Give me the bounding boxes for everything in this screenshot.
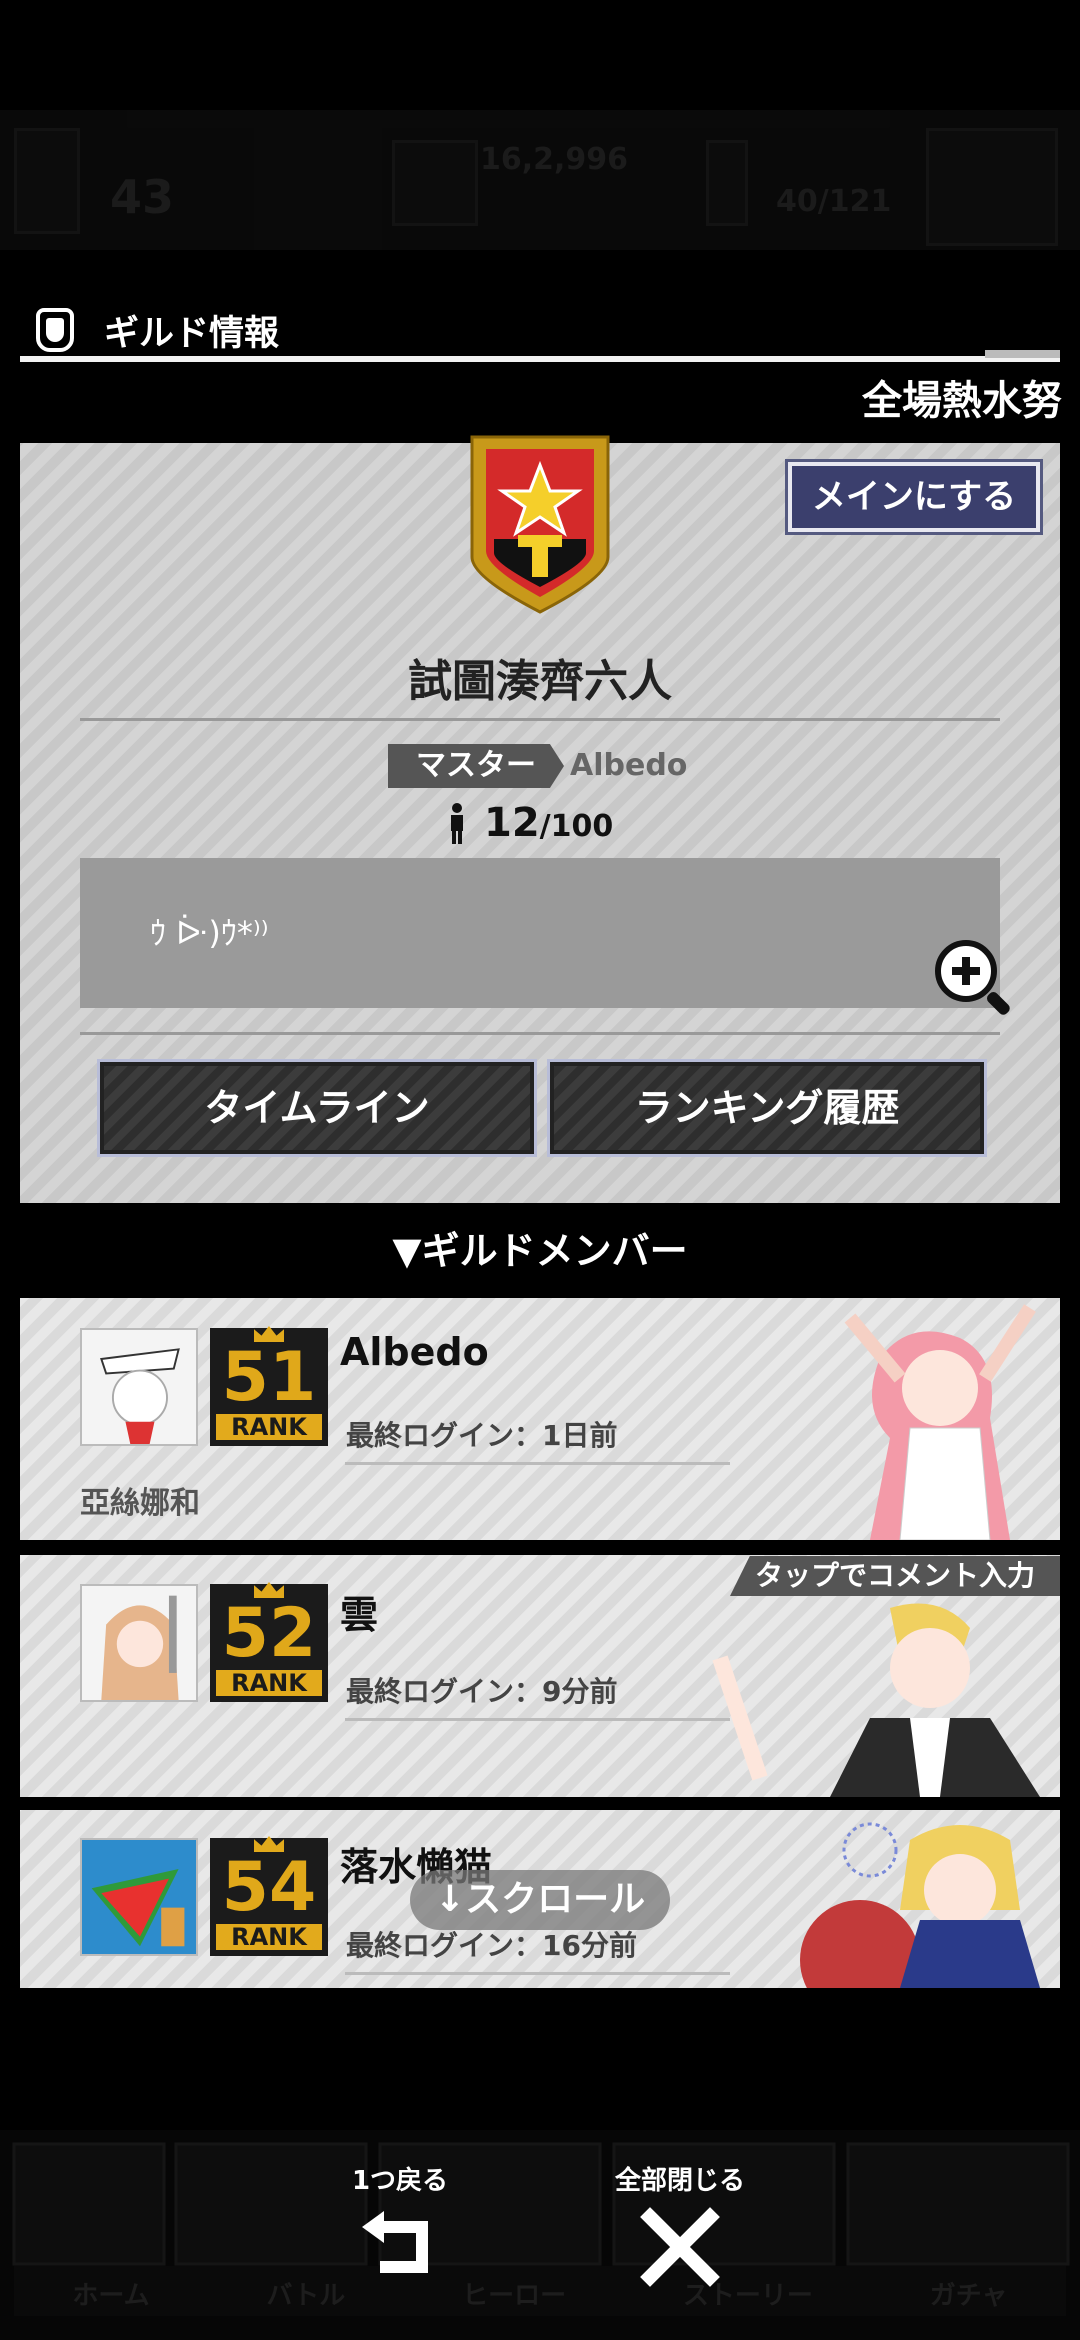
bg-level: 43: [110, 170, 175, 224]
guild-comment: ｳ ᐕ)ｳ*⁾⁾: [150, 914, 269, 952]
rank-number: 54: [221, 1848, 317, 1927]
ranking-history-button[interactable]: ランキング履歴: [547, 1059, 987, 1157]
rank-label: RANK: [216, 1414, 322, 1440]
divider: [345, 1718, 730, 1721]
member-comment: 亞絲娜和: [80, 1486, 200, 1521]
bg-cell: [926, 128, 1058, 246]
close-icon: [640, 2207, 720, 2287]
bg-cell: [392, 140, 478, 226]
back-label: 1つ戻る: [351, 2166, 449, 2196]
divider: [80, 718, 1000, 721]
bg-cell: [14, 128, 80, 234]
zoom-in-icon[interactable]: [932, 937, 1016, 1021]
member-name: 雲: [340, 1593, 379, 1637]
bg-tab-label: ヒーロー: [462, 2280, 567, 2311]
bg-tab-label: ホーム: [72, 2280, 150, 2311]
character-portrait: [800, 1822, 1040, 1988]
bg-stamina: 40/121: [776, 184, 892, 219]
shield-icon: [36, 308, 74, 352]
character-portrait: [844, 1304, 1036, 1540]
page-title: ギルド情報: [104, 314, 280, 354]
back-button[interactable]: 1つ戻る: [330, 2160, 470, 2310]
divider: [345, 1972, 730, 1975]
back-arrow-icon: [362, 2211, 428, 2273]
rank-badge: 51 RANK: [210, 1326, 328, 1446]
timeline-button[interactable]: タイムライン: [97, 1059, 537, 1157]
rank-badge: 54 RANK: [210, 1836, 328, 1956]
member-count-max: /100: [539, 809, 614, 844]
close-all-button[interactable]: 全部閉じる: [600, 2160, 760, 2310]
header-divider: [20, 356, 1060, 362]
avatar: [80, 1838, 198, 1956]
member-last-login: 最終ログイン：16分前: [346, 1929, 637, 1962]
rank-number: 52: [221, 1594, 317, 1673]
background-tab-labels: ホーム バトル ヒーロー ストーリー ガチャ: [14, 2268, 1066, 2318]
guild-emblem-icon: [470, 435, 610, 614]
divider: [80, 1032, 1000, 1035]
background-hud: 43 16,2,996 40/121: [0, 110, 1080, 250]
header-divider-tab: [985, 350, 1060, 358]
character-portrait: [712, 1603, 1040, 1797]
scroll-hint: ↓スクロール: [410, 1870, 670, 1930]
master-tag: マスター: [388, 744, 564, 788]
set-main-button[interactable]: メインにする: [785, 459, 1043, 535]
avatar: [80, 1584, 198, 1702]
rank-label: RANK: [216, 1670, 322, 1696]
rank-badge: 52 RANK: [210, 1582, 328, 1702]
rank-label: RANK: [216, 1924, 322, 1950]
bg-tab-label: ガチャ: [929, 2280, 1008, 2311]
person-icon: [451, 803, 463, 844]
member-name: Albedo: [340, 1330, 489, 1374]
master-name: Albedo: [570, 748, 688, 783]
tap-to-comment-hint: タップでコメント入力: [730, 1556, 1060, 1596]
rank-number: 51: [221, 1338, 317, 1417]
divider: [345, 1462, 730, 1465]
member-count: 12/100: [484, 800, 613, 846]
member-last-login: 最終ログイン：9分前: [346, 1675, 618, 1708]
marquee-ticker: 全場熱水努: [862, 378, 1062, 424]
bg-cell: [706, 140, 748, 226]
member-count-current: 12: [484, 800, 540, 846]
guild-name: 試圖湊齊六人: [408, 656, 672, 707]
avatar: [80, 1328, 198, 1446]
members-section-title: ▼ギルドメンバー: [392, 1229, 688, 1273]
close-all-label: 全部閉じる: [614, 2166, 745, 2196]
bg-exp: 16,2,996: [480, 142, 629, 177]
member-last-login: 最終ログイン：1日前: [346, 1419, 618, 1452]
